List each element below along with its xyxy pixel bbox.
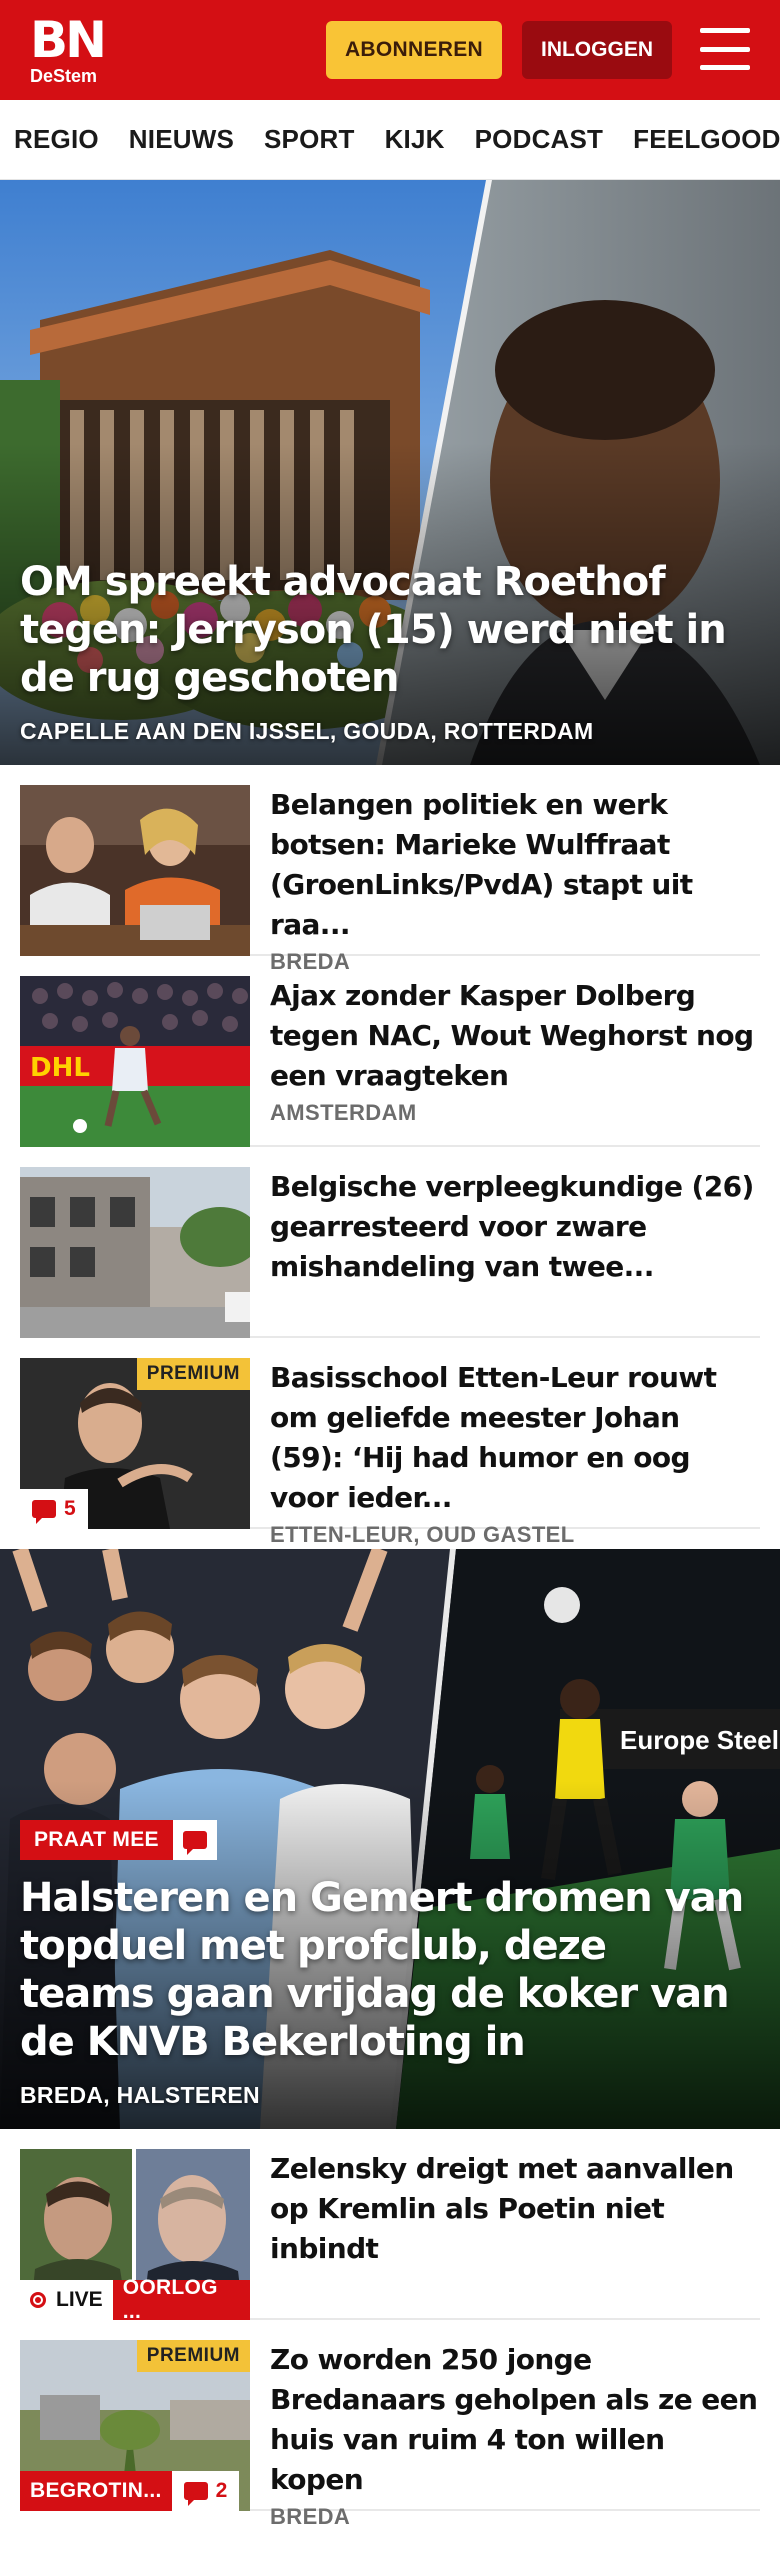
comment-count-badge[interactable]: 5 <box>20 1489 88 1529</box>
article-location: ETTEN-LEUR, OUD GASTEL <box>270 1522 575 1547</box>
comment-count: 5 <box>64 1497 76 1520</box>
hamburger-menu-icon[interactable] <box>700 28 750 70</box>
list-item[interactable]: Belangen politiek en werk botsen: Mariek… <box>20 765 760 974</box>
list-item[interactable]: DHL Ajax zonder Kasper Dolberg tegen NAC… <box>20 956 760 1147</box>
nav-item-sport[interactable]: SPORT <box>264 124 355 155</box>
list-item[interactable]: Belgische verpleegkundige (26) gearreste… <box>20 1147 760 1338</box>
comment-count-badge[interactable]: 2 <box>171 2471 240 2511</box>
article-thumbnail <box>20 1167 250 1338</box>
live-badges: LIVE OORLOG ... <box>20 2276 250 2320</box>
tag-badges: BEGROTIN... 2 <box>20 2471 240 2511</box>
nav-item-feelgood[interactable]: FEELGOOD <box>633 124 780 155</box>
praat-mee-label: PRAAT MEE <box>20 1820 173 1860</box>
nav-item-podcast[interactable]: PODCAST <box>475 124 604 155</box>
comment-icon <box>172 1820 217 1860</box>
article-thumbnail: LIVE OORLOG ... <box>20 2149 250 2320</box>
article-list: Belangen politiek en werk botsen: Mariek… <box>0 765 780 1547</box>
article-thumbnail: PREMIUM 5 <box>20 1358 250 1529</box>
live-dot-icon <box>30 2292 46 2308</box>
logo-sub: DeStem <box>30 66 98 86</box>
premium-badge: PREMIUM <box>136 1358 250 1390</box>
premium-badge: PREMIUM <box>136 2340 250 2372</box>
article-title[interactable]: Belgische verpleegkundige (26) gearreste… <box>270 1167 760 1287</box>
praat-mee-tag[interactable]: PRAAT MEE <box>20 1820 217 1860</box>
live-badge: LIVE <box>20 2280 113 2320</box>
nav-item-nieuws[interactable]: NIEUWS <box>129 124 234 155</box>
hero-title[interactable]: OM spreekt advocaat Roethof tegen: Jerry… <box>20 558 740 702</box>
article-thumbnail: DHL <box>20 976 250 1147</box>
live-label: LIVE <box>56 2288 103 2311</box>
article-thumbnail: PREMIUM BEGROTIN... 2 <box>20 2340 250 2511</box>
feature-title[interactable]: Halsteren en Gemert dromen van topduel m… <box>20 1874 750 2066</box>
logo-main: BN <box>30 11 107 69</box>
article-thumbnail <box>20 785 250 956</box>
site-logo[interactable]: BN DeStem <box>30 15 120 85</box>
article-title[interactable]: Basisschool Etten-Leur rouwt om geliefde… <box>270 1358 760 1518</box>
list-item[interactable]: PREMIUM BEGROTIN... 2 Zo worden 250 jong… <box>20 2320 760 2529</box>
feature-article[interactable]: Europe Steel C PRAAT MEE Halsteren en Ge… <box>0 1549 780 2129</box>
list-item[interactable]: PREMIUM 5 Basisschool Etten-Leur rouwt o… <box>20 1338 760 1547</box>
hero-article[interactable]: OM spreekt advocaat Roethof tegen: Jerry… <box>0 180 780 765</box>
top-header: BN DeStem ABONNEREN INLOGGEN <box>0 0 780 100</box>
category-tag[interactable]: BEGROTIN... <box>20 2471 172 2511</box>
category-tag[interactable]: OORLOG ... <box>112 2276 250 2320</box>
article-title[interactable]: Ajax zonder Kasper Dolberg tegen NAC, Wo… <box>270 976 760 1096</box>
login-button[interactable]: INLOGGEN <box>522 21 672 79</box>
nav-item-regio[interactable]: REGIO <box>14 124 99 155</box>
list-item[interactable]: LIVE OORLOG ... Zelensky dreigt met aanv… <box>20 2129 760 2320</box>
comment-count: 2 <box>215 2479 228 2502</box>
article-title[interactable]: Zo worden 250 jonge Bredanaars geholpen … <box>270 2340 760 2500</box>
section-nav: REGIO NIEUWS SPORT KIJK PODCAST FEELGOOD <box>0 100 780 180</box>
subscribe-button[interactable]: ABONNEREN <box>326 21 502 79</box>
feature-locations: BREDA, HALSTEREN <box>20 2082 260 2108</box>
comment-icon <box>183 2482 208 2506</box>
nav-item-kijk[interactable]: KIJK <box>385 124 445 155</box>
comment-icon <box>32 1500 56 1524</box>
article-title[interactable]: Zelensky dreigt met aanvallen op Kremlin… <box>270 2149 760 2269</box>
article-list-2: LIVE OORLOG ... Zelensky dreigt met aanv… <box>0 2129 780 2529</box>
article-location: BREDA <box>270 2504 351 2529</box>
article-title[interactable]: Belangen politiek en werk botsen: Mariek… <box>270 785 760 945</box>
hero-locations: CAPELLE AAN DEN IJSSEL, GOUDA, ROTTERDAM <box>20 718 594 744</box>
svg-text:DHL: DHL <box>30 1053 90 1083</box>
article-location: AMSTERDAM <box>270 1100 417 1125</box>
